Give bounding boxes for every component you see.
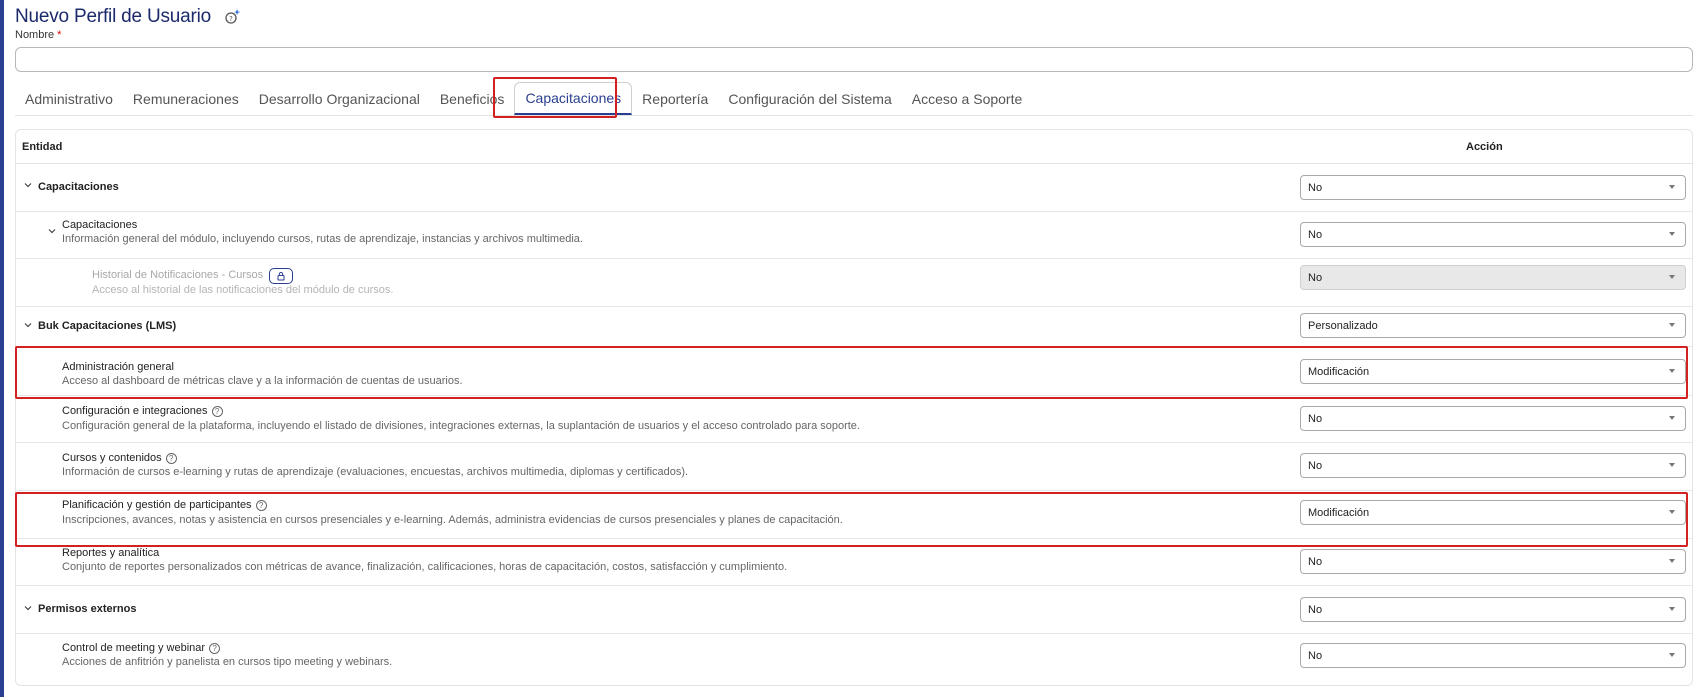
tab-remuneraciones[interactable]: Remuneraciones [123, 82, 249, 115]
chevron-down-icon[interactable] [23, 603, 33, 613]
row-name: Capacitaciones [38, 181, 119, 193]
caret-down-icon [1669, 510, 1675, 514]
caret-down-icon [1669, 416, 1675, 420]
table-row: Control de meeting y webinar? Acciones d… [16, 634, 1692, 679]
select-value: No [1308, 459, 1323, 472]
chevron-down-icon[interactable] [47, 226, 57, 236]
action-select: No [1300, 265, 1686, 290]
row-name: Cursos y contenidos? [62, 452, 177, 464]
select-value: Personalizado [1308, 319, 1378, 332]
row-name: Historial de Notificaciones - Cursos [92, 268, 294, 284]
tab-bar: Administrativo Remuneraciones Desarrollo… [15, 82, 1693, 116]
table-row: Historial de Notificaciones - Cursos Acc… [16, 259, 1692, 307]
action-select[interactable]: Personalizado [1300, 313, 1686, 338]
table-row: Permisos externos No [16, 586, 1692, 634]
svg-text:?: ? [229, 15, 233, 23]
table-row: Buk Capacitaciones (LMS) Personalizado [16, 307, 1692, 347]
caret-down-icon [1669, 463, 1675, 467]
caret-down-icon [1669, 232, 1675, 236]
row-description: Configuración general de la plataforma, … [62, 420, 860, 432]
row-name-text: Historial de Notificaciones - Cursos [92, 269, 264, 281]
tab-reporteria[interactable]: Reportería [632, 82, 718, 115]
select-value: No [1308, 181, 1323, 194]
action-select[interactable]: No [1300, 643, 1686, 668]
row-name: Control de meeting y webinar? [62, 642, 221, 654]
table-row: Configuración e integraciones? Configura… [16, 396, 1692, 443]
column-action: Acción [1466, 140, 1503, 153]
row-name: Configuración e integraciones? [62, 405, 223, 417]
action-select[interactable]: No [1300, 406, 1686, 431]
name-input[interactable] [15, 47, 1693, 72]
tab-desarrollo-organizacional[interactable]: Desarrollo Organizacional [249, 82, 430, 115]
action-select[interactable]: No [1300, 175, 1686, 200]
row-name-text: Control de meeting y webinar [62, 642, 206, 654]
action-select[interactable]: No [1300, 453, 1686, 478]
select-value: No [1308, 603, 1323, 616]
help-icon[interactable]: ? [209, 643, 221, 654]
caret-down-icon [1669, 185, 1675, 189]
table-row: Cursos y contenidos? Información de curs… [16, 443, 1692, 491]
row-name: Permisos externos [38, 603, 137, 615]
table-row: Planificación y gestión de participantes… [16, 491, 1692, 539]
permissions-table: Entidad Acción Capacitaciones No Capacit… [15, 129, 1693, 686]
table-row: Administración general Acceso al dashboa… [16, 347, 1692, 396]
magic-wand-icon[interactable]: ? [223, 7, 243, 27]
action-select[interactable]: Modificación [1300, 500, 1686, 525]
help-icon[interactable]: ? [211, 406, 223, 417]
row-description: Acciones de anfitrión y panelista en cur… [62, 656, 393, 668]
page-title: Nuevo Perfil de Usuario [15, 6, 212, 27]
table-row: Capacitaciones No [16, 164, 1692, 212]
action-select[interactable]: No [1300, 597, 1686, 622]
caret-down-icon [1669, 369, 1675, 373]
row-name: Buk Capacitaciones (LMS) [38, 320, 177, 332]
caret-down-icon [1669, 607, 1675, 611]
caret-down-icon [1669, 559, 1675, 563]
select-value: No [1308, 271, 1323, 284]
row-description: Información general del módulo, incluyen… [62, 233, 583, 245]
select-value: No [1308, 228, 1323, 241]
tab-capacitaciones[interactable]: Capacitaciones [514, 82, 633, 115]
tab-acceso-a-soporte[interactable]: Acceso a Soporte [902, 82, 1033, 115]
row-name: Administración general [62, 361, 174, 373]
lock-icon [269, 268, 294, 284]
column-entity: Entidad [22, 140, 63, 153]
action-select[interactable]: No [1300, 549, 1686, 574]
tab-administrativo[interactable]: Administrativo [15, 82, 123, 115]
row-name: Capacitaciones [62, 219, 138, 231]
table-row: Capacitaciones Información general del m… [16, 212, 1692, 259]
table-header: Entidad Acción [16, 130, 1692, 164]
help-icon[interactable]: ? [255, 500, 267, 511]
row-description: Acceso al dashboard de métricas clave y … [62, 375, 463, 387]
required-mark: * [57, 29, 62, 41]
action-select[interactable]: No [1300, 222, 1686, 247]
select-value: Modificación [1308, 506, 1370, 519]
tab-configuracion-del-sistema[interactable]: Configuración del Sistema [718, 82, 901, 115]
caret-down-icon [1669, 653, 1675, 657]
chevron-down-icon[interactable] [23, 180, 33, 190]
row-name-text: Cursos y contenidos [62, 452, 162, 464]
left-accent-bar [0, 0, 4, 697]
row-description: Conjunto de reportes personalizados con … [62, 561, 788, 573]
row-name: Planificación y gestión de participantes… [62, 499, 267, 511]
select-value: No [1308, 412, 1323, 425]
select-value: No [1308, 555, 1323, 568]
caret-down-icon [1669, 323, 1675, 327]
row-name-text: Planificación y gestión de participantes [62, 499, 252, 511]
chevron-down-icon[interactable] [23, 320, 33, 330]
tab-beneficios[interactable]: Beneficios [430, 82, 515, 115]
row-name: Reportes y analítica [62, 547, 160, 559]
table-row: Reportes y analítica Conjunto de reporte… [16, 539, 1692, 586]
name-label: Nombre * [15, 29, 61, 41]
action-select[interactable]: Modificación [1300, 359, 1686, 384]
caret-down-icon [1669, 275, 1675, 279]
row-name-text: Configuración e integraciones [62, 405, 208, 417]
name-label-text: Nombre [15, 29, 55, 41]
page-header: Nuevo Perfil de Usuario ? [15, 6, 243, 28]
row-description: Información de cursos e-learning y rutas… [62, 466, 689, 478]
help-icon[interactable]: ? [165, 453, 177, 464]
select-value: No [1308, 649, 1323, 662]
row-description: Acceso al historial de las notificacione… [92, 284, 394, 296]
row-description: Inscripciones, avances, notas y asistenc… [62, 514, 843, 526]
select-value: Modificación [1308, 365, 1370, 378]
